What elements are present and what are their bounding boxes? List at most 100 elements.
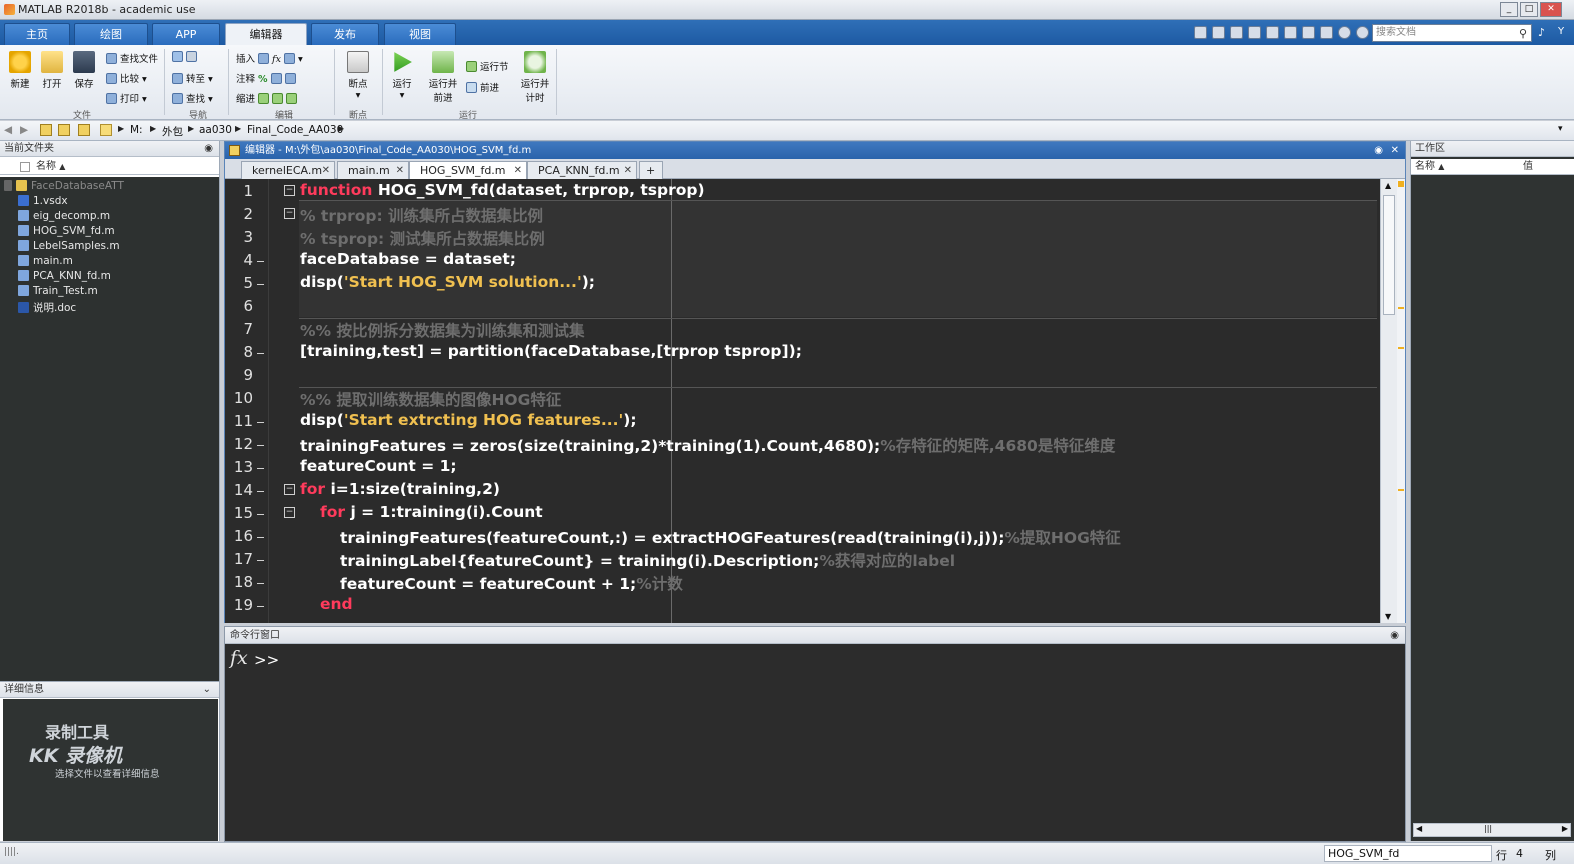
tab-view[interactable]: 视图 <box>384 23 456 45</box>
list-item[interactable]: HOG_SVM_fd.m <box>18 225 115 237</box>
name-column-header[interactable]: 名称 ▲ <box>0 159 219 175</box>
dropdown-icon[interactable] <box>1356 26 1369 39</box>
editor-vertical-scrollbar[interactable]: ▲ ▼ <box>1380 179 1397 623</box>
close-tab-icon[interactable]: ✕ <box>396 162 404 179</box>
scroll-left-icon[interactable]: ◀ <box>1416 824 1422 833</box>
workspace-horizontal-scrollbar[interactable]: ◀ ||| ▶ <box>1413 823 1571 837</box>
breadcrumb-final-code[interactable]: Final_Code_AA030 <box>247 124 343 136</box>
run-button[interactable]: 运行 ▾ <box>388 51 416 101</box>
breakpoint-marker[interactable] <box>257 422 264 423</box>
close-tab-icon[interactable]: ✕ <box>514 162 522 179</box>
run-and-time-button[interactable]: 运行并 计时 <box>518 51 552 104</box>
indent-button[interactable]: 缩进 <box>236 91 300 105</box>
breadcrumb-drive[interactable]: M: <box>130 124 143 136</box>
print-button[interactable]: 打印 ▾ <box>106 91 147 105</box>
run-section-button[interactable]: 运行节 <box>466 59 509 73</box>
select-all-checkbox[interactable] <box>20 162 30 172</box>
tab-pca-knn[interactable]: PCA_KNN_fd.m ✕ <box>527 161 637 179</box>
fold-toggle[interactable]: − <box>284 185 295 196</box>
cut-icon[interactable] <box>1212 26 1225 39</box>
switch-windows-icon[interactable] <box>1302 26 1315 39</box>
breakpoint-marker[interactable] <box>257 606 264 607</box>
scroll-down-icon[interactable]: ▼ <box>1385 612 1391 621</box>
list-item[interactable]: main.m <box>18 255 73 267</box>
insert-button[interactable]: 插入 fx ▾ <box>236 51 303 65</box>
paste-icon[interactable] <box>1248 26 1261 39</box>
function-browser-icon[interactable]: fx <box>230 647 248 669</box>
minimize-button[interactable]: _ <box>1500 2 1518 17</box>
compare-button[interactable]: 比较 ▾ <box>106 71 147 85</box>
code-analyzer-warning-icon[interactable] <box>1398 181 1404 187</box>
list-item[interactable]: Train_Test.m <box>18 285 98 297</box>
layout-icon[interactable] <box>1320 26 1333 39</box>
save-icon[interactable] <box>1194 26 1207 39</box>
breakpoint-marker[interactable] <box>257 560 264 561</box>
user-account[interactable]: Y <box>1558 26 1564 37</box>
scroll-grip-icon[interactable]: ||| <box>1484 824 1492 833</box>
breakpoint-marker[interactable] <box>257 261 264 262</box>
warning-marker[interactable] <box>1398 489 1404 491</box>
workspace-name-column[interactable]: 名称 <box>1415 161 1435 172</box>
breakpoint-marker[interactable] <box>257 468 264 469</box>
close-tab-icon[interactable]: ✕ <box>322 162 330 179</box>
fold-toggle[interactable]: − <box>284 507 295 518</box>
list-item[interactable]: PCA_KNN_fd.m <box>18 270 111 282</box>
close-tab-icon[interactable]: ✕ <box>624 162 632 179</box>
command-prompt[interactable]: >> <box>254 651 279 669</box>
scrollbar-thumb[interactable] <box>1383 195 1395 315</box>
goto-button[interactable]: 转至 ▾ <box>172 71 213 85</box>
fold-toggle[interactable]: − <box>284 484 295 495</box>
command-menu-icon[interactable]: ◉ <box>1390 627 1399 644</box>
copy-icon[interactable] <box>1230 26 1243 39</box>
breakpoints-button[interactable]: 断点 ▾ <box>342 51 374 101</box>
address-dropdown-icon[interactable]: ▾ <box>1558 124 1563 134</box>
redo-icon[interactable] <box>1284 26 1297 39</box>
maximize-button[interactable]: □ <box>1520 2 1538 17</box>
tab-home[interactable]: 主页 <box>4 23 70 45</box>
tab-publish[interactable]: 发布 <box>311 23 379 45</box>
breakpoint-marker[interactable] <box>257 491 264 492</box>
list-item-folder[interactable]: FaceDatabaseATT <box>4 180 124 192</box>
breakpoint-marker[interactable] <box>257 353 264 354</box>
breadcrumb-aa030[interactable]: aa030 <box>199 124 232 136</box>
tab-hog-svm[interactable]: HOG_SVM_fd.m ✕ <box>409 161 527 179</box>
folder-search-icon[interactable] <box>78 124 90 136</box>
notification-bell-icon[interactable]: ♪ <box>1538 26 1545 39</box>
find-files-button[interactable]: 查找文件 <box>106 51 158 65</box>
breakpoint-marker[interactable] <box>257 284 264 285</box>
tab-editor[interactable]: 编辑器 <box>225 23 307 45</box>
new-button[interactable]: 新建 <box>6 51 34 90</box>
code-editor[interactable]: 1 2 3 4 5 6 7 8 9 10 11 12 13 14 15 16 1… <box>225 179 1381 623</box>
add-tab-button[interactable]: + <box>639 161 663 179</box>
list-item[interactable]: 1.vsdx <box>18 195 68 207</box>
tab-plots[interactable]: 绘图 <box>74 23 148 45</box>
close-window-button[interactable]: ✕ <box>1540 2 1562 17</box>
breakpoint-marker[interactable] <box>257 537 264 538</box>
list-item[interactable]: 说明.doc <box>18 300 76 315</box>
find-button[interactable]: 查找 ▾ <box>172 91 213 105</box>
fold-toggle[interactable]: − <box>284 208 295 219</box>
tab-main[interactable]: main.m ✕ <box>337 161 409 179</box>
list-item[interactable]: eig_decomp.m <box>18 210 110 222</box>
tab-apps[interactable]: APP <box>152 23 220 45</box>
up-folder-icon[interactable] <box>40 124 52 136</box>
run-and-advance-button[interactable]: 运行并 前进 <box>426 51 460 104</box>
scroll-right-icon[interactable]: ▶ <box>1562 824 1568 833</box>
tab-kernelECA[interactable]: kernelECA.m ✕ <box>241 161 335 179</box>
editor-menu-icon[interactable]: ◉ <box>1374 142 1383 159</box>
workspace-value-column[interactable]: 值 <box>1523 159 1533 175</box>
breakpoint-marker[interactable] <box>257 583 264 584</box>
close-editor-icon[interactable]: ✕ <box>1391 142 1399 159</box>
undo-icon[interactable] <box>1266 26 1279 39</box>
browse-folder-icon[interactable] <box>58 124 70 136</box>
breadcrumb-waibao[interactable]: 外包 <box>162 124 183 139</box>
back-forward-nav[interactable] <box>172 51 200 63</box>
save-button[interactable]: 保存 <box>70 51 98 90</box>
search-documentation-input[interactable]: 搜索文档 ⚲ <box>1372 24 1532 42</box>
list-item[interactable]: LebelSamples.m <box>18 240 120 252</box>
warning-marker[interactable] <box>1398 347 1404 349</box>
pane-menu-icon[interactable]: ◉ <box>204 141 213 157</box>
advance-button[interactable]: 前进 <box>466 80 499 94</box>
comment-button[interactable]: 注释 % <box>236 71 299 85</box>
forward-icon[interactable]: ▶ <box>20 124 28 136</box>
